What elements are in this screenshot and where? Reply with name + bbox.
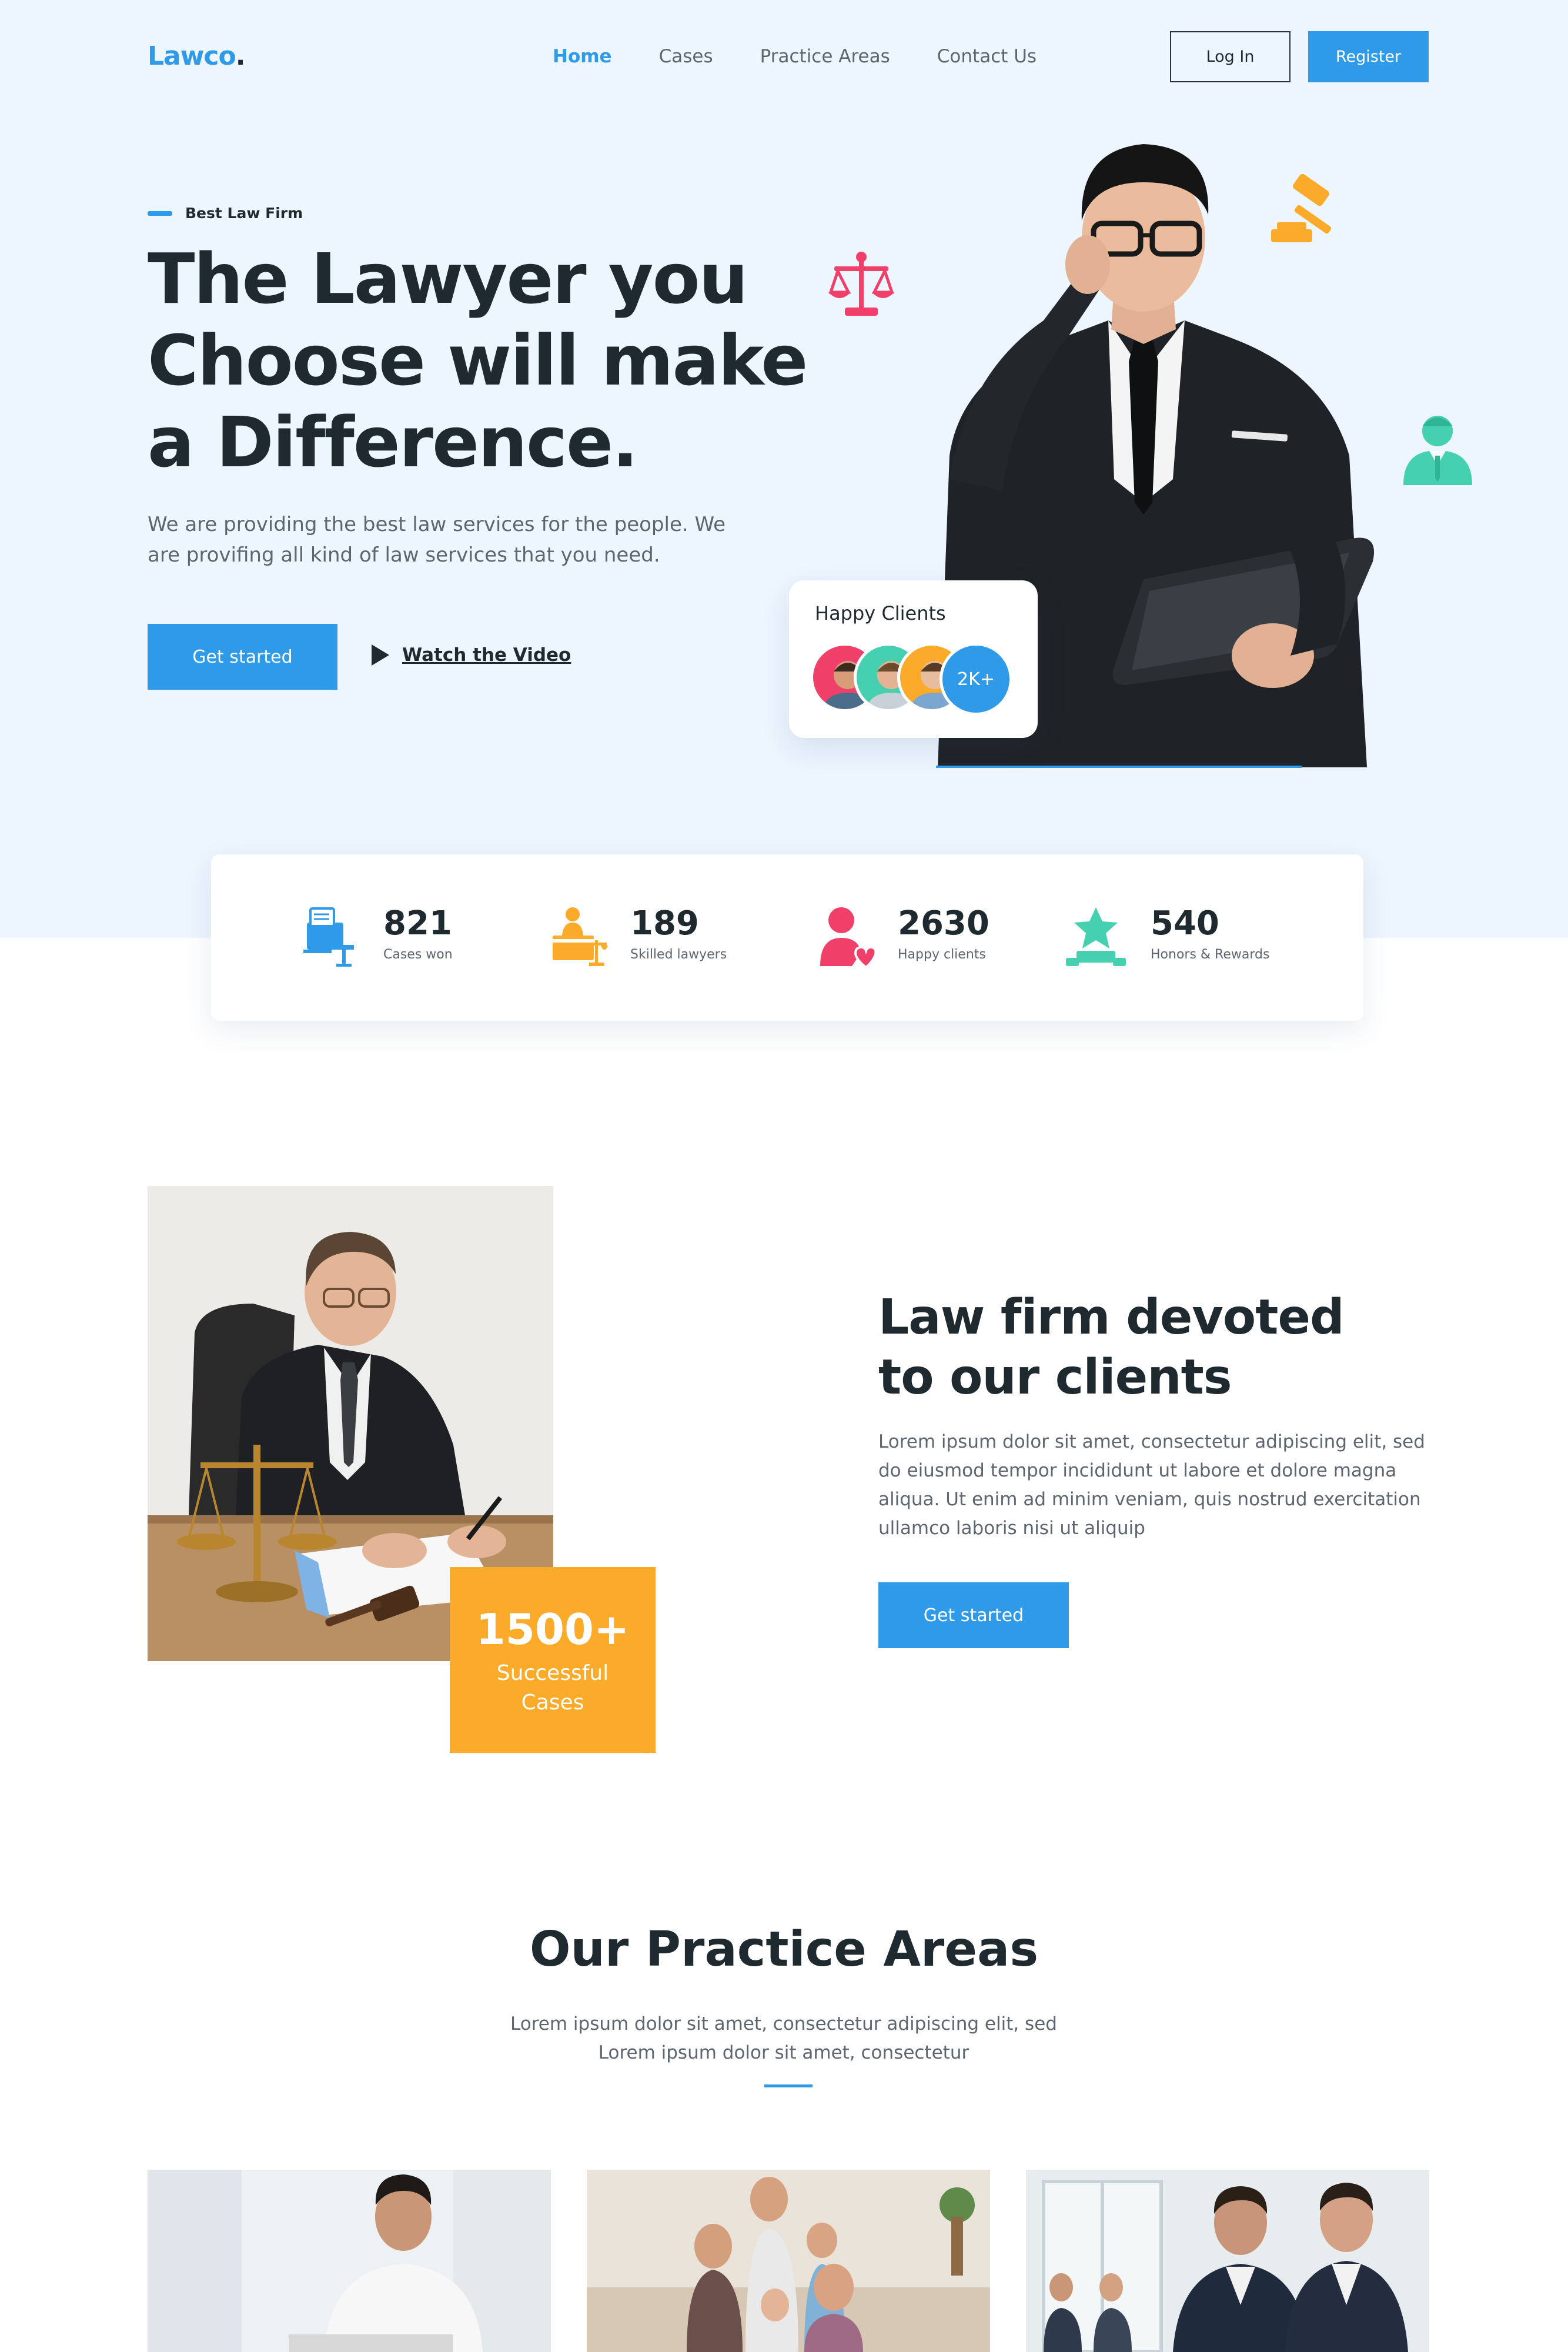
practice-areas-divider: [764, 2084, 813, 2087]
nav-link-contact-us[interactable]: Contact Us: [937, 46, 1037, 67]
play-icon: [372, 644, 389, 666]
hero-title: The Lawyer you Choose will make a Differ…: [148, 238, 808, 483]
lawyer-person-icon: [1403, 416, 1472, 485]
watch-video-link[interactable]: Watch the Video: [372, 644, 571, 666]
hero-eyebrow: Best Law Firm: [148, 205, 303, 222]
stat-value: 540: [1151, 904, 1219, 943]
clients-count-badge: 2K+: [940, 643, 1012, 716]
about-get-started-button[interactable]: Get started: [878, 1582, 1069, 1648]
login-button[interactable]: Log In: [1170, 31, 1290, 82]
hero-description: We are providing the best law services f…: [148, 513, 726, 567]
stats-bar: 821 Cases won 189 Skilled lawyers 2630 H…: [211, 854, 1363, 1021]
hero-image-underline: [936, 766, 1302, 768]
nav-link-home[interactable]: Home: [553, 46, 612, 67]
practice-areas-description: Lorem ipsum dolor sit amet, consectetur …: [510, 2013, 1057, 2063]
nav-link-practice-areas[interactable]: Practice Areas: [760, 46, 890, 67]
main-nav: Home Cases Practice Areas Contact Us: [553, 46, 1084, 67]
successful-cases-badge: 1500+ Successful Cases: [450, 1567, 656, 1753]
stat-label: Honors & Rewards: [1151, 947, 1270, 962]
cases-won-icon: [303, 907, 354, 967]
practice-card-image[interactable]: [1026, 2170, 1429, 2352]
happy-clients-card: Happy Clients 2K+: [789, 580, 1038, 738]
hero-get-started-button[interactable]: Get started: [148, 624, 337, 690]
register-button[interactable]: Register: [1308, 31, 1429, 82]
practice-areas-title: Our Practice Areas: [529, 1922, 1039, 1977]
scale-icon: [828, 252, 894, 316]
about-description: Lorem ipsum dolor sit amet, consectetur …: [878, 1431, 1425, 1539]
happy-clients-title: Happy Clients: [815, 602, 946, 624]
honors-icon: [1066, 907, 1126, 966]
about-title: Law firm devoted to our clients: [878, 1289, 1345, 1405]
practice-card-image[interactable]: [148, 2170, 551, 2352]
stat-label: Cases won: [383, 947, 453, 962]
logo[interactable]: Lawco.: [148, 41, 245, 71]
eyebrow-bar: [148, 211, 172, 216]
stat-cases-won: 821 Cases won: [302, 905, 453, 970]
gavel-icon: [1271, 173, 1332, 242]
watch-video-label: Watch the Video: [402, 644, 571, 666]
stat-skilled-lawyers: 189 Skilled lawyers: [549, 905, 727, 970]
nav-link-cases[interactable]: Cases: [659, 46, 713, 67]
happy-clients-icon: [820, 907, 875, 969]
stat-label: Happy clients: [898, 947, 986, 962]
eyebrow-label: Best Law Firm: [185, 205, 303, 222]
stat-value: 189: [630, 904, 699, 943]
stat-value: 2630: [898, 904, 989, 943]
stat-value: 821: [383, 904, 452, 943]
stat-happy-clients: 2630 Happy clients: [817, 905, 989, 970]
practice-card-image[interactable]: [587, 2170, 990, 2352]
stat-label: Skilled lawyers: [630, 947, 727, 962]
lawyers-icon: [553, 907, 608, 966]
cases-badge-label: Successful Cases: [496, 1661, 609, 1715]
cases-badge-number: 1500+: [476, 1605, 630, 1654]
stat-honors-rewards: 540 Honors & Rewards: [1064, 905, 1269, 970]
